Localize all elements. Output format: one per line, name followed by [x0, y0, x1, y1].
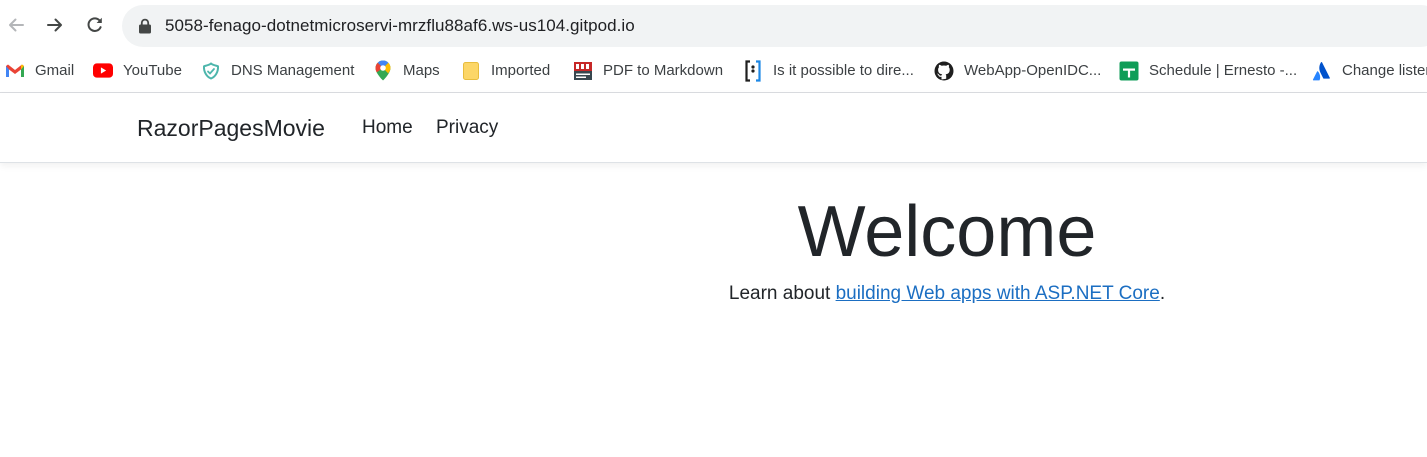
- bookmark-label: WebApp-OpenIDC...: [964, 62, 1102, 79]
- main-content: Welcome Learn about building Web apps wi…: [0, 164, 1427, 457]
- intro-text: Learn about building Web apps with ASP.N…: [467, 281, 1427, 307]
- bookmark-label: Is it possible to dire...: [773, 62, 914, 79]
- arrow-left-icon: [9, 18, 24, 32]
- bracket-icon: [743, 59, 763, 82]
- dns-management-icon: [201, 61, 221, 81]
- page-title: Welcome: [797, 192, 1097, 272]
- bookmark-dns-management[interactable]: DNS Management: [201, 52, 354, 89]
- gmail-icon: [5, 61, 25, 81]
- url-text[interactable]: 5058-fenago-dotnetmicroservi-mrzflu88af6…: [165, 5, 635, 47]
- bookmark-label: Gmail: [35, 62, 75, 79]
- bookmark-pdf-to-markdown[interactable]: PDF to Markdown: [573, 52, 723, 89]
- bookmark-label: DNS Management: [231, 62, 355, 79]
- sheets-icon: [1119, 61, 1139, 81]
- bookmark-imported[interactable]: Imported: [461, 52, 550, 89]
- back-button[interactable]: [1, 10, 31, 40]
- atlassian-icon: [1312, 61, 1332, 81]
- github-icon: [934, 61, 954, 81]
- bookmark-label: Imported: [491, 62, 551, 79]
- intro-text-before: Learn about: [728, 283, 836, 304]
- forward-button[interactable]: [40, 10, 70, 40]
- bookmark-maps[interactable]: Maps: [373, 52, 440, 89]
- intro-text-after: .: [1159, 283, 1166, 304]
- bookmark-schedule[interactable]: Schedule | Ernesto -...: [1119, 52, 1297, 89]
- aspnet-docs-link[interactable]: building Web apps with ASP.NET Core: [836, 283, 1160, 304]
- arrow-right-icon: [47, 18, 62, 32]
- bookmark-change-listen[interactable]: Change listen: [1312, 52, 1427, 89]
- site-navbar: RazorPagesMovie Home Privacy: [0, 93, 1427, 163]
- pdf-icon: [573, 61, 593, 81]
- bookmark-label: YouTube: [123, 62, 182, 79]
- bookmark-label: Maps: [403, 62, 440, 79]
- address-bar[interactable]: 5058-fenago-dotnetmicroservi-mrzflu88af6…: [122, 5, 1427, 47]
- lock-icon: [139, 18, 151, 34]
- nav-link-home[interactable]: Home: [362, 93, 413, 163]
- bookmark-label: Change listen: [1342, 62, 1427, 79]
- bookmark-is-it-possible[interactable]: Is it possible to dire...: [743, 52, 914, 89]
- brand-link[interactable]: RazorPagesMovie: [137, 93, 325, 163]
- bookmarks-bar: Gmail YouTube DNS Management Maps Import…: [0, 52, 1427, 89]
- youtube-icon: [93, 61, 113, 81]
- reload-icon: [87, 17, 102, 32]
- nav-link-privacy[interactable]: Privacy: [436, 93, 498, 163]
- maps-pin-icon: [373, 60, 393, 81]
- folder-icon: [461, 61, 481, 81]
- browser-toolbar: 5058-fenago-dotnetmicroservi-mrzflu88af6…: [0, 0, 1427, 52]
- bookmark-youtube[interactable]: YouTube: [93, 52, 182, 89]
- bookmark-label: Schedule | Ernesto -...: [1149, 62, 1298, 79]
- bookmark-label: PDF to Markdown: [603, 62, 724, 79]
- reload-button[interactable]: [80, 10, 110, 40]
- bookmark-gmail[interactable]: Gmail: [5, 52, 74, 89]
- bookmark-webapp-openidc[interactable]: WebApp-OpenIDC...: [934, 52, 1101, 89]
